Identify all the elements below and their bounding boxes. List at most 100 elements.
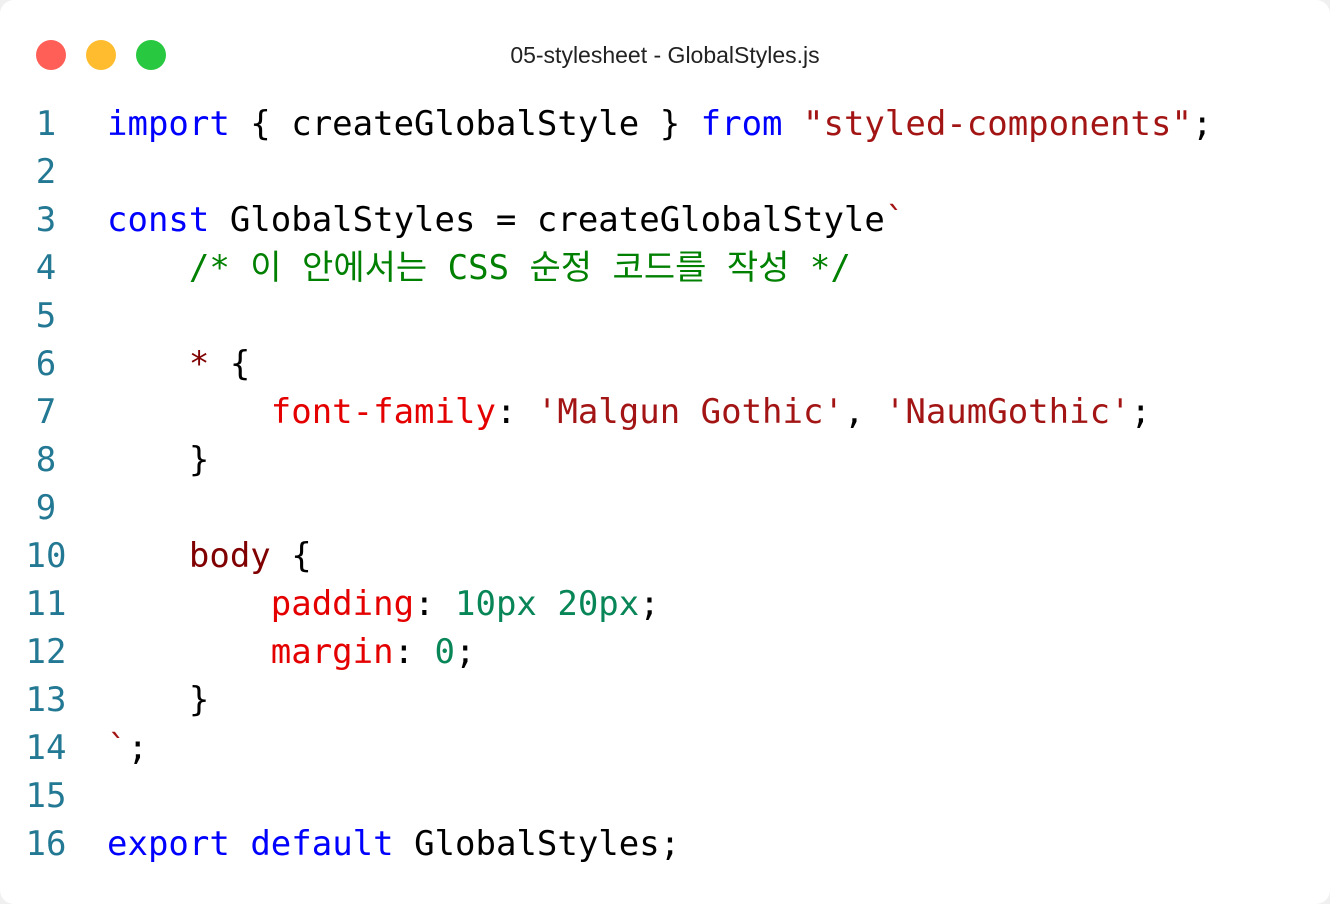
line-number-label: 10	[25, 536, 67, 576]
code-text: `;	[107, 724, 148, 772]
code-token-string: 'NaumGothic'	[884, 392, 1131, 432]
line-number: 7	[0, 388, 80, 436]
code-token-plain: GlobalStyles;	[393, 824, 681, 864]
code-token-string: "styled-components"	[803, 104, 1192, 144]
code-token-comment: /* 이 안에서는 CSS 순정 코드를 작성 */	[188, 248, 851, 288]
code-token-plain: :	[495, 392, 537, 432]
code-token-plain: }	[107, 440, 210, 480]
code-line[interactable]: 3 const GlobalStyles = createGlobalStyle`	[0, 196, 1330, 244]
code-token-plain: }	[107, 680, 210, 720]
line-number-label: 8	[35, 440, 57, 480]
code-text: }	[107, 436, 209, 484]
code-token-plain: GlobalStyles = createGlobalStyle	[209, 200, 885, 240]
line-number-label: 1	[35, 104, 57, 144]
code-token-string: `	[107, 728, 128, 768]
code-token-plain: ;	[455, 632, 476, 672]
code-token-plain: ;	[1191, 104, 1213, 144]
code-token-prop: padding	[270, 584, 415, 624]
code-token-number: 10px 20px	[455, 584, 640, 624]
line-number-label: 15	[25, 776, 67, 816]
code-text: import { createGlobalStyle } from "style…	[107, 100, 1212, 148]
line-number-label: 4	[35, 248, 57, 288]
line-number-label: 9	[35, 488, 57, 528]
line-number-label: 2	[35, 152, 57, 192]
line-number-label: 12	[25, 632, 67, 672]
code-token-plain: :	[393, 632, 435, 672]
line-number: 2	[0, 148, 80, 196]
code-token-selector: *	[188, 344, 210, 384]
code-line[interactable]: 14 `;	[0, 724, 1330, 772]
line-number-label: 14	[25, 728, 67, 768]
code-text: export default GlobalStyles;	[107, 820, 680, 868]
code-token-plain: ;	[127, 728, 148, 768]
code-line[interactable]: 5	[0, 292, 1330, 340]
code-line[interactable]: 15	[0, 772, 1330, 820]
line-number: 15	[0, 772, 80, 820]
line-number: 8	[0, 436, 80, 484]
line-number-label: 3	[35, 200, 57, 240]
line-number: 4	[0, 244, 80, 292]
code-token-plain: { createGlobalStyle }	[229, 104, 701, 144]
code-line[interactable]: 11 padding: 10px 20px;	[0, 580, 1330, 628]
code-line[interactable]: 8 }	[0, 436, 1330, 484]
line-number: 14	[0, 724, 80, 772]
code-editor[interactable]: 1 import { createGlobalStyle } from "styl…	[0, 100, 1330, 868]
line-number-label: 7	[35, 392, 57, 432]
code-text: margin: 0;	[107, 628, 476, 676]
code-line[interactable]: 13 }	[0, 676, 1330, 724]
code-line[interactable]: 9	[0, 484, 1330, 532]
code-line[interactable]: 6 * {	[0, 340, 1330, 388]
line-number: 9	[0, 484, 80, 532]
code-line[interactable]: 1 import { createGlobalStyle } from "styl…	[0, 100, 1330, 148]
code-token-number: 0	[434, 632, 456, 672]
code-token-selector: body	[188, 536, 271, 576]
code-line[interactable]: 16 export default GlobalStyles;	[0, 820, 1330, 868]
code-token-plain: {	[209, 344, 251, 384]
code-line[interactable]: 2	[0, 148, 1330, 196]
line-number: 16	[0, 820, 80, 868]
window-title: 05-stylesheet - GlobalStyles.js	[510, 42, 820, 68]
code-token-keyword: default	[250, 824, 394, 864]
line-number-label: 16	[25, 824, 67, 864]
line-number: 10	[0, 532, 80, 580]
code-token-prop: font-family	[270, 392, 496, 432]
code-token-keyword: import	[107, 104, 230, 144]
code-text: padding: 10px 20px;	[107, 580, 660, 628]
title-bar: 05-stylesheet - GlobalStyles.js	[0, 0, 1330, 90]
line-number-label: 6	[35, 344, 57, 384]
code-token-string: 'Malgun Gothic'	[536, 392, 844, 432]
code-text: /* 이 안에서는 CSS 순정 코드를 작성 */	[107, 244, 851, 292]
line-number-label: 5	[35, 296, 57, 336]
code-text: body {	[107, 532, 312, 580]
line-number: 5	[0, 292, 80, 340]
line-number: 12	[0, 628, 80, 676]
code-token-keyword: from	[700, 104, 783, 144]
code-line[interactable]: 7 font-family: 'Malgun Gothic', 'NaumGot…	[0, 388, 1330, 436]
code-token-plain: {	[270, 536, 312, 576]
code-token-plain: :	[414, 584, 456, 624]
code-text: const GlobalStyles = createGlobalStyle`	[107, 196, 905, 244]
code-text: * {	[107, 340, 250, 388]
code-token-plain: ,	[843, 392, 885, 432]
code-token-plain: ;	[639, 584, 660, 624]
code-line[interactable]: 12 margin: 0;	[0, 628, 1330, 676]
code-text: font-family: 'Malgun Gothic', 'NaumGothi…	[107, 388, 1151, 436]
line-number-label: 13	[25, 680, 67, 720]
code-line[interactable]: 10 body {	[0, 532, 1330, 580]
code-line[interactable]: 4 /* 이 안에서는 CSS 순정 코드를 작성 */	[0, 244, 1330, 292]
code-token-keyword: const	[107, 200, 210, 240]
code-token-plain: ;	[1130, 392, 1152, 432]
editor-window: 05-stylesheet - GlobalStyles.js 1 import …	[0, 0, 1330, 904]
line-number: 3	[0, 196, 80, 244]
code-token-keyword: export	[107, 824, 230, 864]
line-number: 11	[0, 580, 80, 628]
line-number: 6	[0, 340, 80, 388]
